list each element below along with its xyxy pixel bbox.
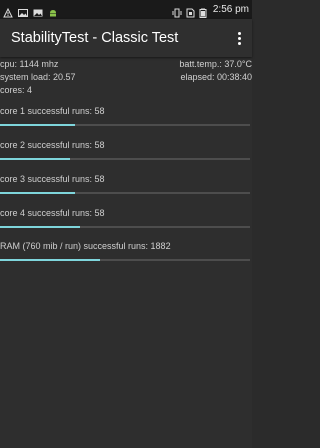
core-3-label: core 3 successful runs: 58: [0, 174, 105, 184]
image-icon: [33, 5, 43, 16]
battery-temperature: batt.temp.: 37.0°C: [179, 59, 252, 69]
status-time: 2:56 pm: [212, 4, 249, 15]
app-bar: StabilityTest - Classic Test: [0, 19, 252, 57]
core-4-progress-fill: [0, 226, 80, 228]
stats-row-2: system load: 20.57 elapsed: 00:38:40: [0, 72, 252, 82]
cpu-frequency: cpu: 1144 mhz: [0, 59, 59, 69]
sim-icon: [185, 5, 195, 17]
core-4-progress: [0, 226, 250, 228]
elapsed-time: elapsed: 00:38:40: [180, 72, 252, 82]
warning-icon: [3, 5, 13, 17]
core-2-progress-fill: [0, 158, 70, 160]
ram-label: RAM (760 mib / run) successful runs: 188…: [0, 241, 171, 251]
core-count: cores: 4: [0, 85, 33, 95]
core-3-progress: [0, 192, 250, 194]
vibrate-icon: [172, 5, 182, 17]
app-screen: 2:56 pm StabilityTest - Classic Test cpu…: [0, 0, 252, 448]
stats-row-1: cpu: 1144 mhz batt.temp.: 37.0°C: [0, 59, 252, 69]
ram-progress-fill: [0, 259, 100, 261]
system-load: system load: 20.57: [0, 72, 76, 82]
image-icon: [18, 5, 28, 17]
battery-icon: [198, 5, 208, 18]
core-1-progress-fill: [0, 124, 75, 126]
core-1-label: core 1 successful runs: 58: [0, 106, 105, 116]
core-4-label: core 4 successful runs: 58: [0, 208, 105, 218]
core-3-progress-fill: [0, 192, 75, 194]
status-bar: 2:56 pm: [0, 0, 252, 19]
core-2-progress: [0, 158, 250, 160]
core-2-label: core 2 successful runs: 58: [0, 140, 105, 150]
stats-row-3: cores: 4: [0, 85, 252, 95]
core-1-progress: [0, 124, 250, 126]
overflow-menu-icon[interactable]: [236, 29, 242, 47]
ram-progress: [0, 259, 250, 261]
app-title: StabilityTest - Classic Test: [11, 30, 179, 46]
android-icon: [48, 5, 58, 16]
